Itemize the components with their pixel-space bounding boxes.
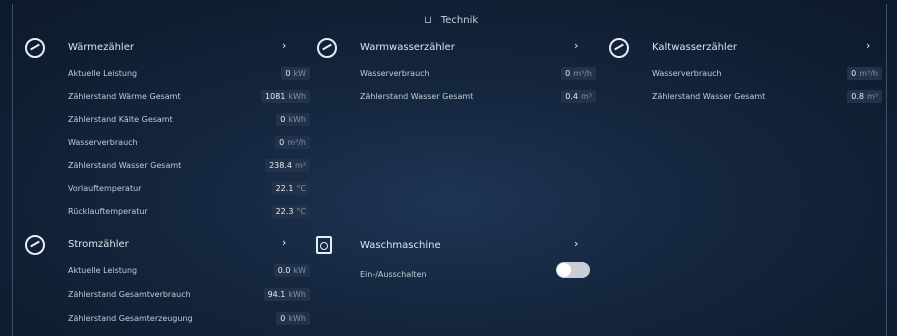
row-value: 0 m³/h: [561, 67, 596, 80]
washing-machine-icon: [316, 236, 332, 254]
gauge-icon: [317, 38, 337, 58]
row-label: Aktuelle Leistung: [68, 266, 138, 275]
data-row: Zählerstand Wasser Gesamt 0.8 m³: [652, 90, 882, 106]
card-header-waschmaschine[interactable]: Waschmaschine ›: [306, 236, 586, 262]
card-header-waermezaehler[interactable]: Wärmezähler ›: [14, 38, 294, 64]
row-label: Zählerstand Wasser Gesamt: [68, 161, 182, 170]
data-row: Aktuelle Leistung 0.0 kW: [68, 264, 310, 280]
switch-label: Ein-/Ausschalten: [360, 270, 427, 279]
data-row: Wasserverbrauch 0 m³/h: [652, 67, 882, 83]
data-row: Zählerstand Wärme Gesamt 1081 kWh: [68, 90, 310, 106]
page-title: Technik: [440, 15, 479, 26]
power-toggle[interactable]: [556, 262, 590, 278]
data-row: Zählerstand Gesamterzeugung 0 kWh: [68, 312, 310, 328]
chevron-right-icon[interactable]: ›: [574, 39, 578, 52]
row-value: 0 m³/h: [275, 136, 310, 149]
row-value: 0 m³/h: [847, 67, 882, 80]
row-value: 0.8 m³: [847, 90, 882, 103]
chevron-right-icon[interactable]: ›: [282, 236, 286, 249]
data-row: Zählerstand Kälte Gesamt 0 kWh: [68, 113, 310, 129]
data-row: Rücklauftemperatur 22.3 °C: [68, 205, 310, 221]
card-title: Warmwasserzähler: [360, 42, 455, 53]
row-value: 22.3 °C: [271, 205, 310, 218]
toggle-knob[interactable]: [557, 263, 571, 277]
data-row: Zählerstand Gesamtverbrauch 94.1 kWh: [68, 288, 310, 304]
data-row: Wasserverbrauch 0 m³/h: [360, 67, 596, 83]
row-value: 22.1 °C: [271, 182, 310, 195]
gauge-icon: [25, 38, 45, 58]
row-label: Zählerstand Wärme Gesamt: [68, 92, 181, 101]
row-label: Rücklauftemperatur: [68, 207, 148, 216]
gauge-icon: [609, 38, 629, 58]
row-value: 0.4 m³: [561, 90, 596, 103]
row-value: 1081 kWh: [261, 90, 310, 103]
gauge-icon: [25, 235, 45, 255]
row-value: 0.0 kW: [273, 264, 310, 277]
row-value: 0 kWh: [276, 312, 310, 325]
row-label: Zählerstand Wasser Gesamt: [652, 92, 766, 101]
row-value: 238.4 m³: [265, 159, 310, 172]
data-row: Vorlauftemperatur 22.1 °C: [68, 182, 310, 198]
chevron-right-icon[interactable]: ›: [282, 39, 286, 52]
card-title: Wärmezähler: [68, 42, 134, 53]
top-bar: ⊔ Technik: [13, 4, 886, 32]
data-row: Aktuelle Leistung 0 kW: [68, 67, 310, 83]
row-label: Wasserverbrauch: [652, 69, 722, 78]
card-title: Stromzähler: [68, 239, 129, 250]
data-row: Zählerstand Wasser Gesamt 238.4 m³: [68, 159, 310, 175]
card-header-warmwasserzaehler[interactable]: Warmwasserzähler ›: [306, 38, 586, 64]
card-title: Waschmaschine: [360, 240, 441, 251]
row-label: Zählerstand Gesamtverbrauch: [68, 290, 191, 299]
row-value: 0 kWh: [276, 113, 310, 126]
chevron-right-icon[interactable]: ›: [866, 39, 870, 52]
building-icon: ⊔: [423, 15, 432, 26]
row-label: Wasserverbrauch: [360, 69, 430, 78]
row-label: Zählerstand Wasser Gesamt: [360, 92, 474, 101]
card-title: Kaltwasserzähler: [652, 42, 737, 53]
row-label: Zählerstand Kälte Gesamt: [68, 115, 173, 124]
data-row: Wasserverbrauch 0 m³/h: [68, 136, 310, 152]
row-label: Aktuelle Leistung: [68, 69, 138, 78]
card-header-stromzaehler[interactable]: Stromzähler ›: [14, 235, 294, 261]
chevron-right-icon[interactable]: ›: [574, 237, 578, 250]
row-label: Wasserverbrauch: [68, 138, 138, 147]
row-label: Vorlauftemperatur: [68, 184, 142, 193]
row-value: 94.1 kWh: [263, 288, 310, 301]
row-value: 0 kW: [281, 67, 310, 80]
card-header-kaltwasserzaehler[interactable]: Kaltwasserzähler ›: [598, 38, 878, 64]
row-label: Zählerstand Gesamterzeugung: [68, 314, 193, 323]
data-row: Zählerstand Wasser Gesamt 0.4 m³: [360, 90, 596, 106]
